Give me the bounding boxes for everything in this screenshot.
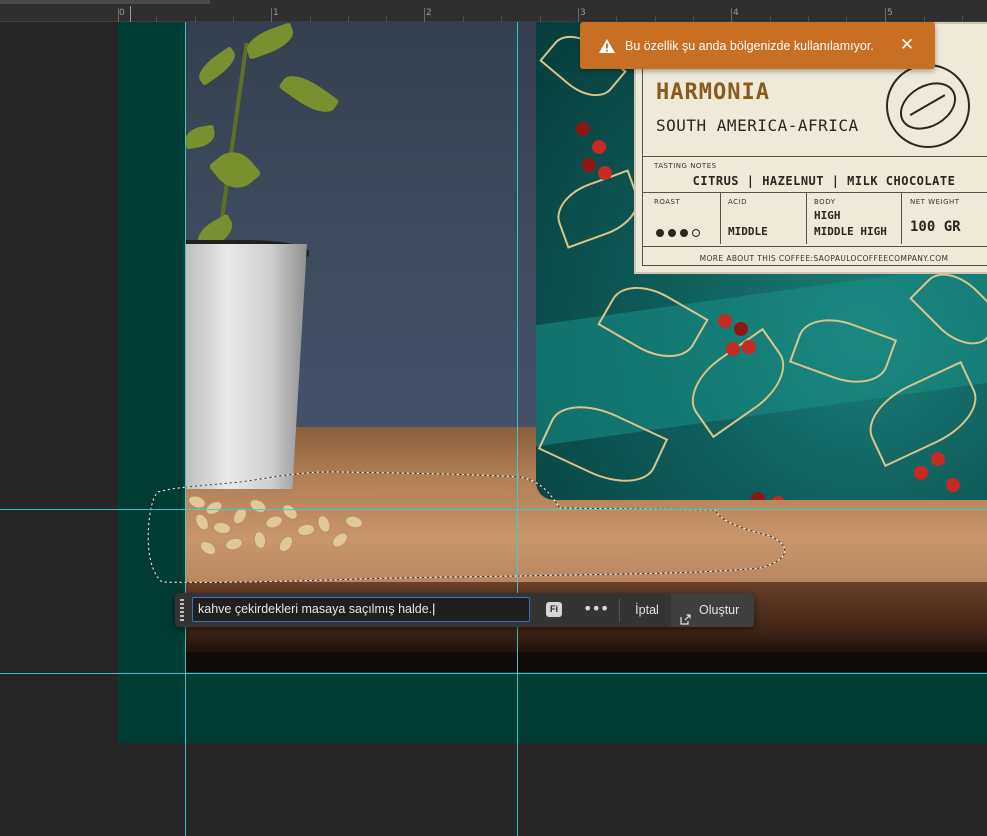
- photo-table-shadow: [185, 652, 987, 672]
- label-divider: [901, 192, 902, 244]
- horizontal-guide[interactable]: [0, 509, 987, 510]
- body-value-1: HIGH: [814, 209, 841, 222]
- generative-prompt-input[interactable]: kahve çekirdekleri masaya saçılmış halde…: [192, 597, 530, 622]
- body-caption: BODY: [814, 198, 836, 206]
- drag-handle-icon[interactable]: [180, 599, 184, 621]
- ruler-label-3: 3: [580, 8, 586, 18]
- warning-toast: Bu özellik şu anda bölgenizde kullanılam…: [580, 22, 935, 69]
- label-divider: [720, 192, 721, 244]
- horizontal-ruler[interactable]: 0 1 2 3 4 5: [0, 0, 987, 22]
- generate-label: Oluştur: [699, 603, 740, 617]
- berry: [751, 492, 765, 500]
- origin-region: SOUTH AMERICA-AFRICA: [656, 116, 859, 135]
- ruler-tick: [885, 8, 886, 22]
- text-caret: |: [432, 602, 436, 616]
- coffee-bean-icon: [886, 64, 970, 148]
- coffee-bag: HARMONIA SOUTH AMERICA-AFRICA TASTING NO…: [536, 22, 987, 500]
- weight-caption: NET WEIGHT: [910, 198, 960, 206]
- horizontal-guide[interactable]: [0, 673, 987, 674]
- ruler-tick: [271, 8, 272, 22]
- ruler-label-5: 5: [887, 8, 893, 18]
- berry: [726, 342, 740, 356]
- contextual-taskbar: kahve çekirdekleri masaya saçılmış halde…: [175, 593, 754, 627]
- weight-value: 100 GR: [910, 219, 961, 235]
- ruler-label-4: 4: [733, 8, 739, 18]
- roast-level: [656, 229, 700, 237]
- plant-pot: [185, 244, 307, 489]
- roast-dot-empty: [692, 229, 700, 237]
- berry: [734, 322, 748, 336]
- toast-message: Bu özellik şu anda bölgenizde kullanılam…: [625, 38, 874, 53]
- berry: [576, 122, 590, 136]
- ruler-highlight: [0, 0, 210, 4]
- vertical-guide[interactable]: [185, 22, 186, 836]
- leaf-outline: [549, 169, 647, 249]
- body-value-2: MIDDLE HIGH: [814, 225, 887, 238]
- label-divider: [806, 192, 807, 244]
- close-icon[interactable]: ✕: [898, 34, 916, 56]
- ruler-tick: [424, 8, 425, 22]
- generate-icon: [680, 604, 691, 625]
- label-divider: [642, 156, 987, 157]
- label-footer: MORE ABOUT THIS COFFEE:SAOPAULOCOFFEECOM…: [699, 254, 949, 263]
- acid-value: MIDDLE: [728, 225, 768, 238]
- berry: [931, 452, 945, 466]
- vertical-guide[interactable]: [517, 22, 518, 836]
- ruler-label-0: 0: [119, 8, 125, 18]
- roast-dot-filled: [668, 229, 676, 237]
- tasting-notes-caption: TASTING NOTES: [654, 162, 717, 170]
- label-divider: [642, 246, 987, 247]
- taskbar-divider: [619, 598, 620, 622]
- label-divider: [642, 192, 987, 193]
- berry: [771, 496, 785, 500]
- berry: [582, 158, 596, 172]
- photo-layer[interactable]: HARMONIA SOUTH AMERICA-AFRICA TASTING NO…: [185, 22, 987, 672]
- tasting-notes: CITRUS | HAZELNUT | MILK CHOCOLATE: [692, 174, 956, 188]
- firefly-icon[interactable]: Fi: [546, 602, 562, 617]
- berry: [914, 466, 928, 480]
- warning-triangle-icon: [598, 38, 616, 54]
- berry: [718, 314, 732, 328]
- roast-dot-filled: [656, 229, 664, 237]
- ruler-label-2: 2: [426, 8, 432, 18]
- berry: [592, 140, 606, 154]
- brand-name: HARMONIA: [656, 80, 770, 105]
- cancel-button[interactable]: İptal: [626, 596, 668, 624]
- berry: [598, 166, 612, 180]
- more-options-button[interactable]: •••: [583, 597, 609, 623]
- berry: [946, 478, 960, 492]
- ruler-tick: [731, 8, 732, 22]
- acid-caption: ACID: [728, 198, 748, 206]
- roast-dot-filled: [680, 229, 688, 237]
- generate-button[interactable]: Oluştur: [671, 593, 754, 627]
- ruler-tick: [578, 8, 579, 22]
- ruler-label-1: 1: [273, 8, 279, 18]
- ruler-marker: [130, 6, 131, 22]
- berry: [742, 340, 756, 354]
- roast-caption: ROAST: [654, 198, 681, 206]
